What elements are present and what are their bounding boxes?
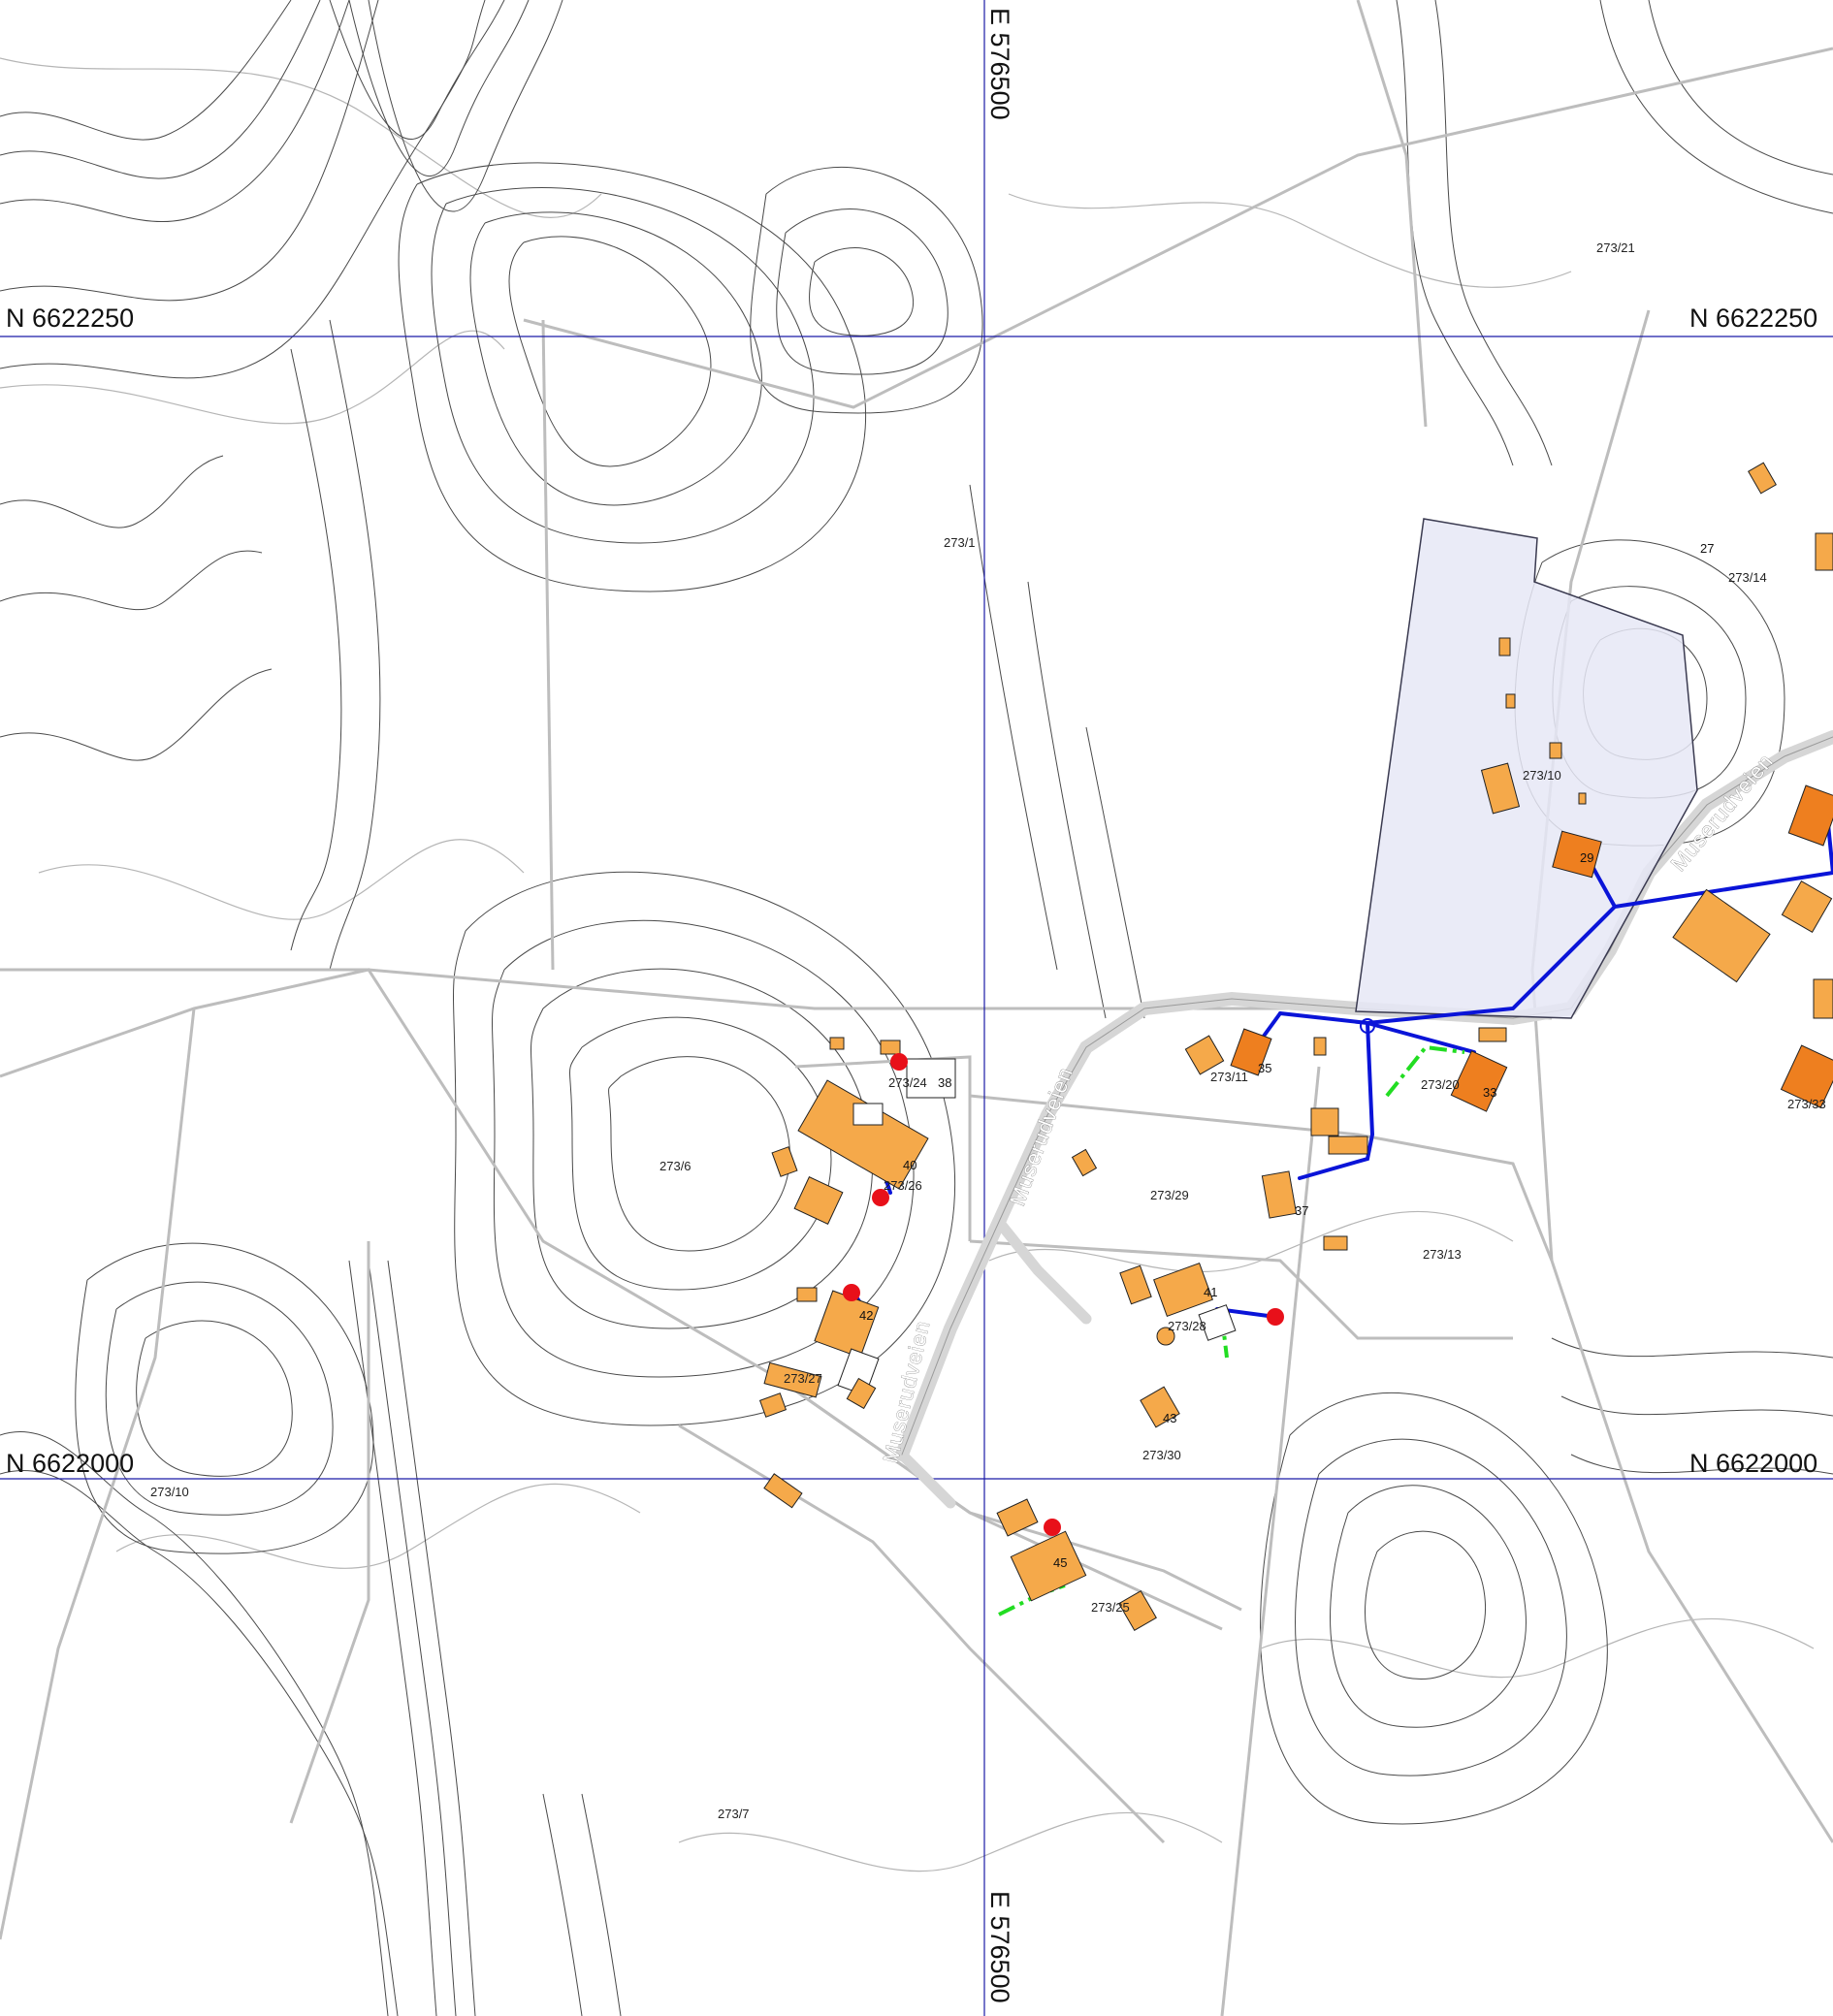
building <box>829 1037 845 1050</box>
building <box>1813 978 1833 1019</box>
building <box>1815 532 1833 571</box>
grid-label-northing-bottom-right: N 6622000 <box>1689 1449 1817 1478</box>
grid-label-northing-top-right: N 6622250 <box>1689 304 1817 333</box>
building <box>796 1287 818 1302</box>
building <box>1505 693 1516 709</box>
building <box>1323 1235 1348 1251</box>
parcel-label: 273/14 <box>1728 570 1767 585</box>
parcel-label: 273/21 <box>1596 240 1635 255</box>
building <box>1310 1107 1339 1136</box>
building <box>852 1103 884 1126</box>
building <box>1478 1027 1507 1042</box>
site-map[interactable]: E 576500 E 576500 N 6622250 N 6622250 N … <box>0 0 1833 2016</box>
house-number: 43 <box>1163 1411 1176 1425</box>
house-number: 40 <box>903 1158 916 1172</box>
parcel-label: 273/13 <box>1423 1247 1462 1262</box>
parcel-label: 273/6 <box>659 1159 691 1173</box>
parcel-label: 273/30 <box>1142 1448 1181 1462</box>
parcel-label: 273/24 <box>888 1075 927 1090</box>
house-number: 33 <box>1483 1085 1496 1100</box>
house-number: 29 <box>1580 850 1593 865</box>
parcel-label: 273/26 <box>884 1178 922 1193</box>
parcel-label: 273/25 <box>1091 1600 1130 1615</box>
house-number: 41 <box>1204 1285 1217 1299</box>
building <box>880 1040 901 1055</box>
grid-label-northing-top-left: N 6622250 <box>6 304 134 333</box>
parcel-label: 273/27 <box>784 1371 822 1386</box>
building <box>1328 1136 1368 1155</box>
building <box>1578 792 1587 805</box>
house-number: 38 <box>938 1075 951 1090</box>
manhole <box>843 1284 860 1301</box>
parcel-label: 273/20 <box>1421 1077 1460 1092</box>
house-number: 45 <box>1053 1555 1067 1570</box>
building <box>1313 1037 1327 1056</box>
house-number: 35 <box>1258 1061 1271 1075</box>
parcel-label: 273/11 <box>1210 1070 1248 1084</box>
parcel-label: 273/28 <box>1168 1319 1206 1333</box>
manhole <box>890 1053 908 1071</box>
parcel-label: 273/7 <box>718 1807 750 1821</box>
house-number: 42 <box>859 1308 873 1323</box>
parcel-label: 273/10 <box>150 1485 189 1499</box>
parcel-label: 273/33 <box>1787 1097 1826 1111</box>
house-number: 37 <box>1295 1203 1308 1218</box>
parcel-label: 273/10 <box>1523 768 1561 783</box>
grid-label-easting-top: E 576500 <box>985 8 1014 120</box>
grid-label-easting-bottom: E 576500 <box>985 1891 1014 2003</box>
building <box>1549 742 1562 759</box>
building <box>1498 637 1511 656</box>
parcel-label: 273/29 <box>1150 1188 1189 1202</box>
parcel-label: 273/1 <box>944 535 976 550</box>
manhole <box>1267 1308 1284 1326</box>
grid-label-northing-bottom-left: N 6622000 <box>6 1449 134 1478</box>
manhole <box>1044 1519 1061 1536</box>
house-number: 27 <box>1700 541 1714 556</box>
